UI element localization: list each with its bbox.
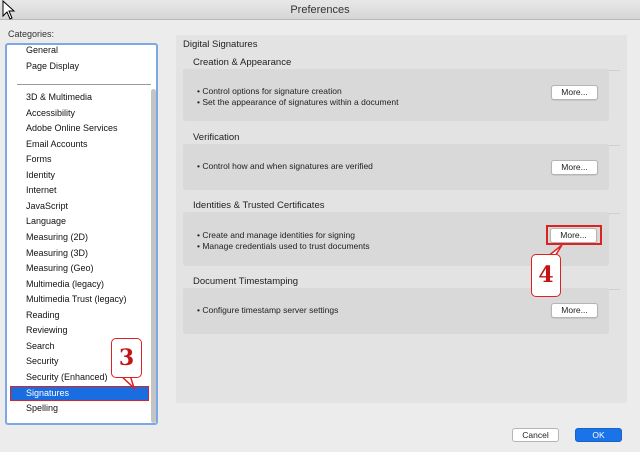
more-button-highlight xyxy=(546,225,602,245)
category-measuring-3d[interactable]: Measuring (3D) xyxy=(26,248,88,258)
category-security-enhanced[interactable]: Security (Enhanced) xyxy=(26,372,108,382)
category-general[interactable]: General xyxy=(26,45,58,55)
section-bullet: • Set the appearance of signatures withi… xyxy=(197,97,399,107)
section-bullet: • Control how and when signatures are ve… xyxy=(197,161,373,171)
callout-step-3: 3 xyxy=(111,338,142,378)
category-identity[interactable]: Identity xyxy=(26,170,55,180)
section-verification-heading: Verification xyxy=(193,132,240,143)
category-security[interactable]: Security xyxy=(26,356,59,366)
category-3d-multimedia[interactable]: 3D & Multimedia xyxy=(26,92,92,102)
timestamping-more-button[interactable]: More... xyxy=(551,303,598,318)
window-titlebar: Preferences xyxy=(0,0,640,20)
window-title: Preferences xyxy=(290,4,350,16)
category-reading[interactable]: Reading xyxy=(26,310,60,320)
category-search[interactable]: Search xyxy=(26,341,55,351)
category-reviewing[interactable]: Reviewing xyxy=(26,325,68,335)
main-title: Digital Signatures xyxy=(183,39,258,50)
category-divider xyxy=(17,84,151,85)
section-bullet: • Create and manage identities for signi… xyxy=(197,230,355,240)
categories-label: Categories: xyxy=(8,29,55,39)
category-measuring-2d[interactable]: Measuring (2D) xyxy=(26,232,88,242)
category-spelling[interactable]: Spelling xyxy=(26,403,58,413)
categories-scrollbar[interactable] xyxy=(151,89,156,423)
verification-more-button[interactable]: More... xyxy=(551,160,598,175)
category-measuring-geo[interactable]: Measuring (Geo) xyxy=(26,263,94,273)
category-page-display[interactable]: Page Display xyxy=(26,61,79,71)
category-email-accounts[interactable]: Email Accounts xyxy=(26,139,88,149)
section-identities-heading: Identities & Trusted Certificates xyxy=(193,200,325,211)
category-multimedia-legacy[interactable]: Multimedia (legacy) xyxy=(26,279,104,289)
category-multimedia-trust-legacy[interactable]: Multimedia Trust (legacy) xyxy=(26,294,127,304)
creation-appearance-more-button[interactable]: More... xyxy=(551,85,598,100)
category-javascript[interactable]: JavaScript xyxy=(26,201,68,211)
category-internet[interactable]: Internet xyxy=(26,185,57,195)
section-creation-appearance-heading: Creation & Appearance xyxy=(193,57,292,68)
cancel-button[interactable]: Cancel xyxy=(512,428,559,442)
callout-step-4: 4 xyxy=(531,254,561,297)
section-bullet: • Manage credentials used to trust docum… xyxy=(197,241,370,251)
ok-button[interactable]: OK xyxy=(575,428,622,442)
category-signatures-label: Signatures xyxy=(26,388,70,398)
category-accessibility[interactable]: Accessibility xyxy=(26,108,75,118)
section-bullet: • Control options for signature creation xyxy=(197,86,342,96)
mouse-pointer-icon xyxy=(2,0,16,20)
category-language[interactable]: Language xyxy=(26,216,66,226)
category-forms[interactable]: Forms xyxy=(26,154,52,164)
section-bullet: • Configure timestamp server settings xyxy=(197,305,339,315)
category-adobe-online-services[interactable]: Adobe Online Services xyxy=(26,123,118,133)
section-timestamping-heading: Document Timestamping xyxy=(193,276,299,287)
